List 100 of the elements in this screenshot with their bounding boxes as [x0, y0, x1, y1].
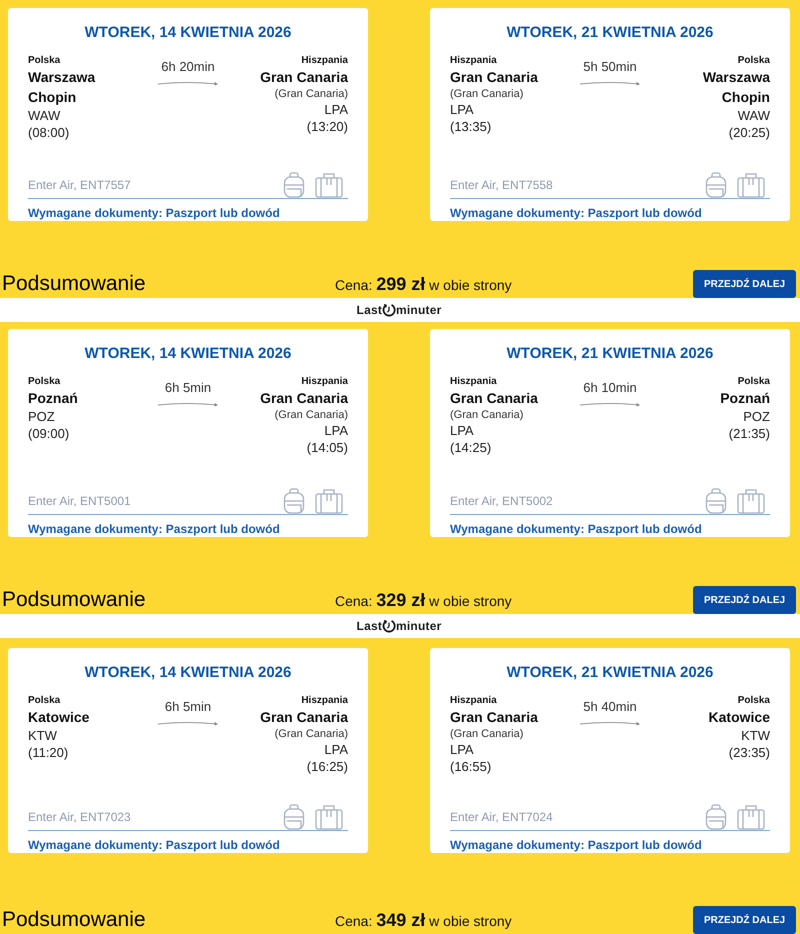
area-label: (Gran Canaria)	[274, 87, 348, 101]
flight-duration: 6h 5min	[164, 379, 212, 396]
city-name: Gran Canaria	[260, 389, 348, 408]
flight-time: (20:25)	[728, 124, 770, 141]
airport-code: WAW	[28, 107, 60, 124]
country-label: Hiszpania	[450, 694, 497, 707]
suitcase-icon	[737, 488, 765, 514]
flight-arrow-icon	[157, 80, 219, 86]
carrier-flight-number: Enter Air, ENT7023	[28, 810, 131, 824]
airport-code: POZ	[28, 408, 55, 425]
backpack-icon	[283, 804, 305, 830]
backpack-icon	[283, 172, 305, 198]
airport-code: LPA	[450, 741, 474, 758]
logo-text: Last	[356, 303, 382, 317]
suitcase-icon	[737, 804, 765, 830]
flight-time: (16:25)	[306, 758, 348, 775]
flight-date: WTOREK, 21 KWIETNIA 2026	[506, 24, 714, 42]
flight-date: WTOREK, 14 KWIETNIA 2026	[84, 664, 292, 682]
flight-time: (13:20)	[306, 118, 348, 135]
flight-duration: 5h 40min	[583, 698, 637, 715]
flight-time: (14:05)	[306, 439, 348, 456]
country-label: Polska	[28, 694, 60, 707]
flight-time: (08:00)	[28, 124, 70, 141]
airport-code: LPA	[324, 741, 348, 758]
suitcase-icon	[315, 804, 343, 830]
flight-date: WTOREK, 21 KWIETNIA 2026	[506, 345, 714, 363]
flight-arrow-icon	[157, 720, 219, 726]
country-label: Hiszpania	[301, 694, 348, 707]
required-documents: Wymagane dokumenty: Paszport lub dowód	[450, 521, 702, 537]
city-name: Gran Canaria	[260, 68, 348, 87]
logo-text: minuter	[396, 619, 442, 633]
required-documents: Wymagane dokumenty: Paszport lub dowód	[450, 837, 702, 853]
city-name: Warszawa Chopin	[28, 68, 96, 107]
flight-time: (21:35)	[728, 425, 770, 442]
area-label: (Gran Canaria)	[450, 408, 524, 422]
backpack-icon	[705, 804, 727, 830]
flight-date: WTOREK, 14 KWIETNIA 2026	[84, 24, 292, 42]
area-label: (Gran Canaria)	[450, 87, 524, 101]
airport-code: LPA	[450, 422, 474, 439]
city-name: Gran Canaria	[450, 708, 538, 727]
price-text: Cena: 349 zł w obie strony	[335, 910, 512, 930]
country-label: Polska	[738, 694, 770, 707]
airport-code: LPA	[324, 101, 348, 118]
flight-duration: 6h 10min	[583, 379, 637, 396]
flight-duration: 6h 20min	[161, 58, 215, 75]
summary-title: Podsumowanie	[2, 908, 146, 932]
flight-time: (23:35)	[728, 744, 770, 761]
country-label: Polska	[738, 375, 770, 388]
continue-button[interactable]: PRZEJDŹ DALEJ	[693, 270, 796, 298]
airport-code: LPA	[324, 422, 348, 439]
airport-code: WAW	[738, 107, 770, 124]
city-name: Poznań	[28, 389, 78, 408]
airport-code: POZ	[743, 408, 770, 425]
clock-icon	[382, 619, 396, 633]
backpack-icon	[705, 172, 727, 198]
flight-time: (14:25)	[450, 439, 492, 456]
airport-code: KTW	[28, 727, 57, 744]
airport-code: KTW	[741, 727, 770, 744]
country-label: Hiszpania	[450, 54, 497, 67]
city-name: Gran Canaria	[450, 389, 538, 408]
carrier-flight-number: Enter Air, ENT7557	[28, 178, 131, 192]
airport-code: LPA	[450, 101, 474, 118]
country-label: Polska	[28, 375, 60, 388]
continue-button[interactable]: PRZEJDŹ DALEJ	[693, 586, 796, 614]
carrier-flight-number: Enter Air, ENT5001	[28, 494, 131, 508]
area-label: (Gran Canaria)	[274, 727, 348, 741]
city-name: Poznań	[720, 389, 770, 408]
carrier-flight-number: Enter Air, ENT5002	[450, 494, 553, 508]
suitcase-icon	[737, 172, 765, 198]
continue-button[interactable]: PRZEJDŹ DALEJ	[693, 906, 796, 934]
flight-time: (13:35)	[450, 118, 492, 135]
city-name: Katowice	[28, 708, 90, 727]
country-label: Hiszpania	[301, 375, 348, 388]
price-text: Cena: 299 zł w obie strony	[335, 274, 512, 294]
logo-text: Last	[356, 619, 382, 633]
flight-arrow-icon	[157, 401, 219, 407]
clock-icon	[382, 303, 396, 317]
area-label: (Gran Canaria)	[450, 727, 524, 741]
flight-time: (09:00)	[28, 425, 70, 442]
city-name: Warszawa Chopin	[702, 68, 770, 107]
required-documents: Wymagane dokumenty: Paszport lub dowód	[450, 205, 702, 221]
flight-arrow-icon	[579, 720, 641, 726]
price-text: Cena: 329 zł w obie strony	[335, 590, 512, 610]
flight-duration: 5h 50min	[583, 58, 637, 75]
carrier-flight-number: Enter Air, ENT7558	[450, 178, 553, 192]
logo-text: minuter	[396, 303, 442, 317]
flight-duration: 6h 5min	[164, 698, 212, 715]
flight-date: WTOREK, 21 KWIETNIA 2026	[506, 664, 714, 682]
summary-title: Podsumowanie	[2, 272, 146, 296]
backpack-icon	[283, 488, 305, 514]
area-label: (Gran Canaria)	[274, 408, 348, 422]
flight-time: (16:55)	[450, 758, 492, 775]
flight-time: (11:20)	[28, 744, 68, 761]
country-label: Hiszpania	[450, 375, 497, 388]
country-label: Polska	[28, 54, 60, 67]
suitcase-icon	[315, 488, 343, 514]
summary-title: Podsumowanie	[2, 588, 146, 612]
city-name: Katowice	[708, 708, 770, 727]
country-label: Hiszpania	[301, 54, 348, 67]
carrier-flight-number: Enter Air, ENT7024	[450, 810, 553, 824]
